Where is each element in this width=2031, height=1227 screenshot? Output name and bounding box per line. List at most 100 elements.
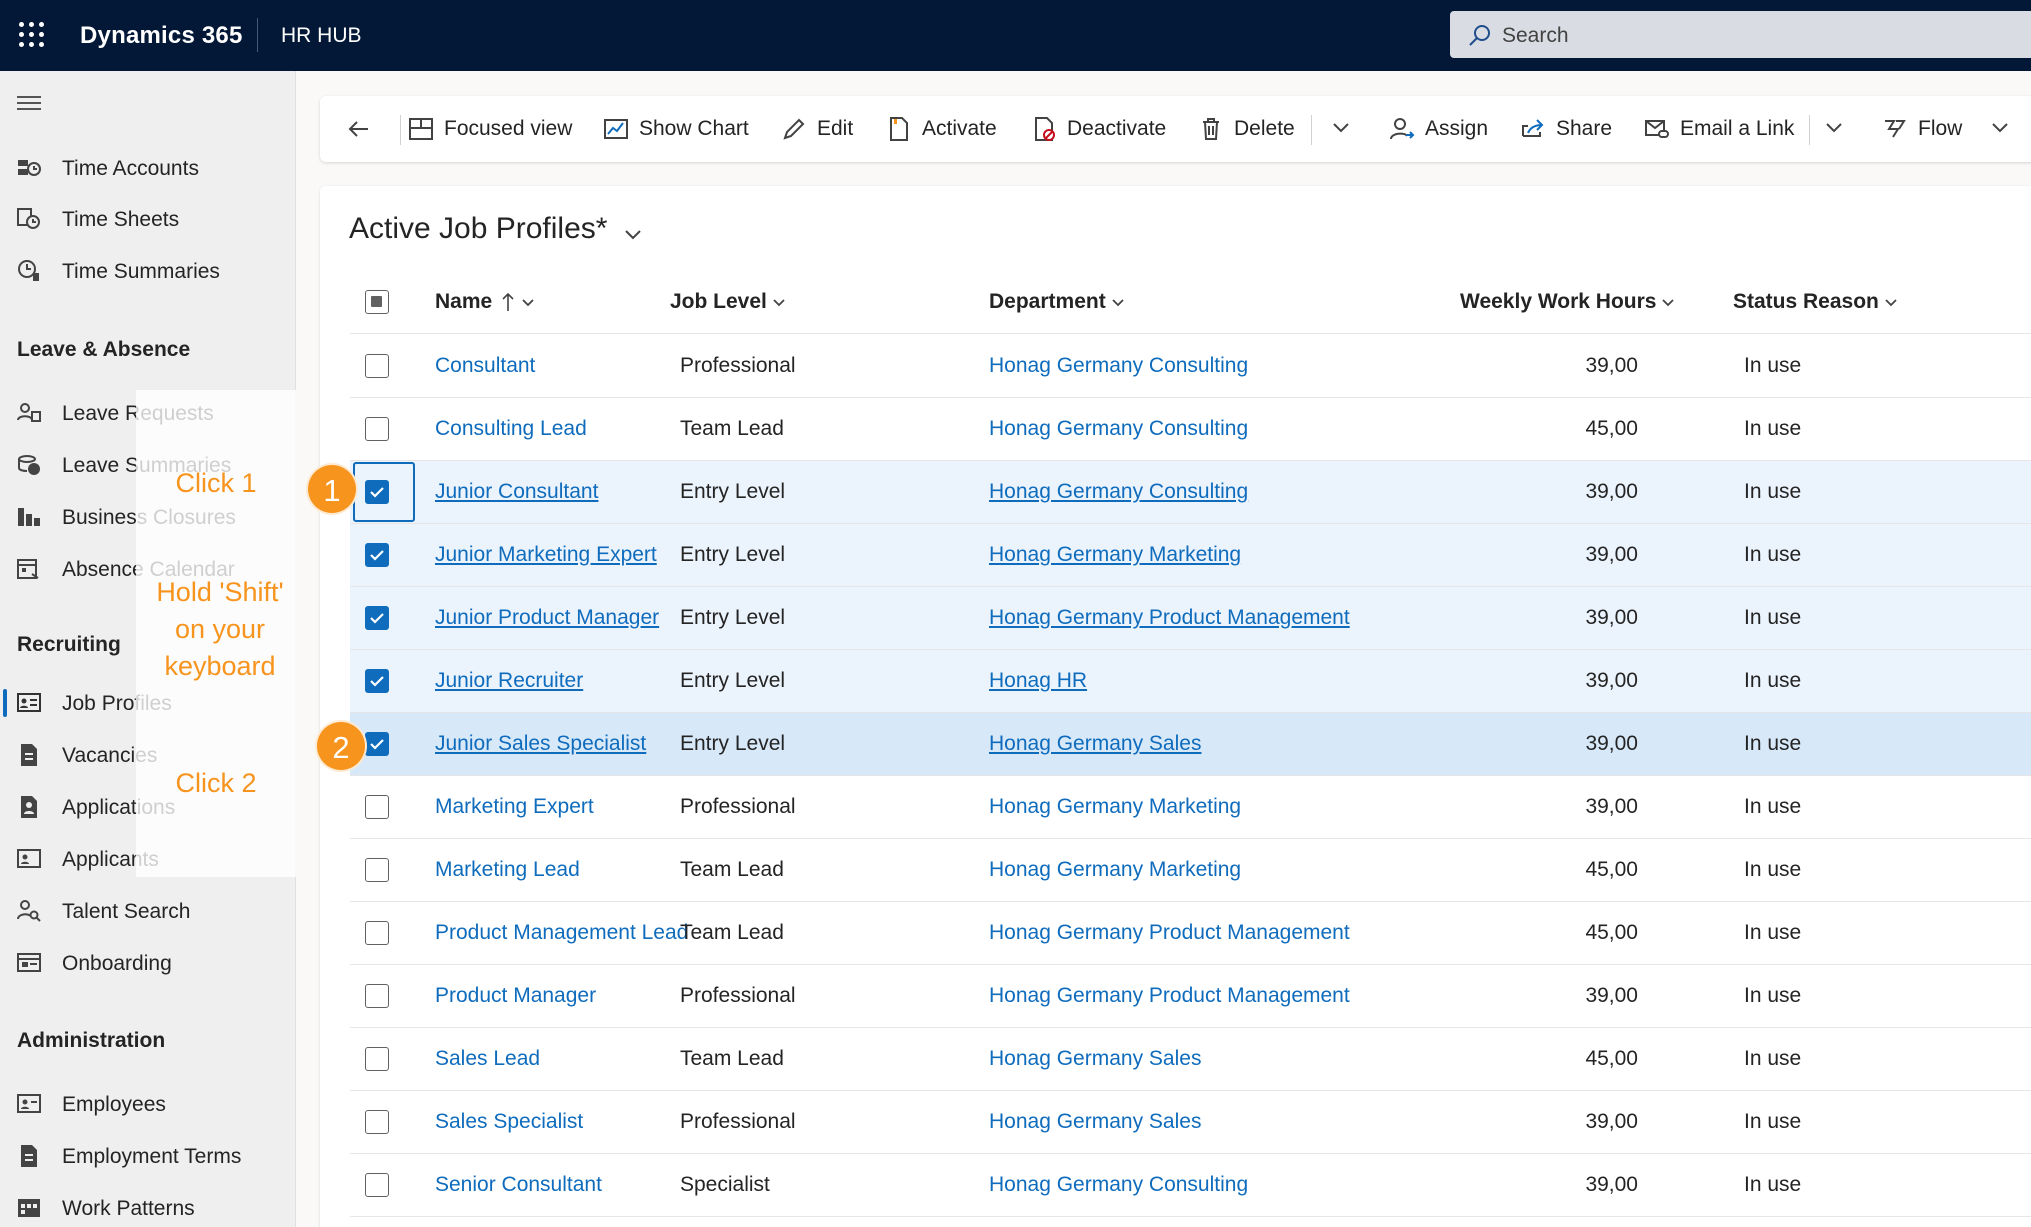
sidebar-item-talent-search[interactable]: Talent Search — [0, 888, 296, 934]
department-link[interactable]: Honag Germany Sales — [989, 732, 1201, 756]
view-title[interactable]: Active Job Profiles* — [349, 212, 607, 246]
column-header-status-reason[interactable]: Status Reason — [1733, 290, 1898, 314]
email-link-button[interactable]: Email a Link — [1644, 96, 1794, 162]
select-all-checkbox[interactable] — [365, 290, 389, 314]
vacancies-icon — [21, 744, 37, 766]
sidebar-item-time-summaries[interactable]: Time Summaries — [0, 248, 296, 294]
job-profile-name-link[interactable]: Junior Product Manager — [435, 606, 659, 630]
job-profile-name-link[interactable]: Senior Consultant — [435, 1173, 602, 1197]
job-profile-name-link[interactable]: Product Manager — [435, 984, 596, 1008]
department-link[interactable]: Honag Germany Sales — [989, 1110, 1201, 1134]
department-link[interactable]: Honag Germany Marketing — [989, 795, 1241, 819]
row-checkbox[interactable] — [365, 984, 389, 1008]
row-checkbox[interactable] — [365, 732, 389, 756]
row-checkbox[interactable] — [365, 417, 389, 441]
edit-button[interactable]: Edit — [781, 96, 853, 162]
sidebar: Time Accounts Time Sheets Time Summaries… — [0, 71, 296, 1227]
row-checkbox[interactable] — [365, 606, 389, 630]
table-row[interactable]: Marketing Lead Team Lead Honag Germany Mar… — [350, 839, 2031, 902]
department-link[interactable]: Honag Germany Product Management — [989, 606, 1350, 630]
table-row[interactable]: Senior Consultant Specialist Honag Germany… — [350, 1154, 2031, 1217]
table-row[interactable]: Product Manager Professional Honag Germany… — [350, 965, 2031, 1028]
view-selector-chevron-icon[interactable] — [622, 223, 644, 245]
status-reason-cell: In use — [1744, 543, 1802, 566]
job-profile-name-link[interactable]: Sales Lead — [435, 1047, 540, 1071]
flow-chevron-icon[interactable] — [1989, 116, 2011, 138]
department-link[interactable]: Honag Germany Consulting — [989, 417, 1248, 441]
column-header-name[interactable]: Name — [435, 290, 535, 314]
checkmark-icon — [370, 676, 384, 687]
deactivate-button[interactable]: Deactivate — [1031, 96, 1166, 162]
department-link[interactable]: Honag Germany Sales — [989, 1047, 1201, 1071]
department-link[interactable]: Honag Germany Product Management — [989, 984, 1350, 1008]
brand-title[interactable]: Dynamics 365 — [80, 22, 243, 50]
department-link[interactable]: Honag Germany Marketing — [989, 858, 1241, 882]
job-profile-name-link[interactable]: Sales Specialist — [435, 1110, 583, 1134]
sidebar-item-time-sheets[interactable]: Time Sheets — [0, 196, 296, 242]
table-row[interactable]: Consulting Lead Team Lead Honag Germany Co… — [350, 398, 2031, 461]
hamburger-menu-icon[interactable] — [17, 96, 41, 114]
table-row[interactable]: Sales Lead Team Lead Honag Germany Sales 45… — [350, 1028, 2031, 1091]
row-checkbox[interactable] — [365, 543, 389, 567]
row-checkbox[interactable] — [365, 1173, 389, 1197]
job-profile-name-link[interactable]: Consultant — [435, 354, 535, 378]
department-link[interactable]: Honag Germany Product Management — [989, 921, 1350, 945]
row-checkbox[interactable] — [365, 1110, 389, 1134]
department-link[interactable]: Honag Germany Consulting — [989, 1173, 1248, 1197]
table-row[interactable]: Product Management Lead Team Lead Honag Ge… — [350, 902, 2031, 965]
sidebar-item-employment-terms[interactable]: Employment Terms — [0, 1133, 296, 1179]
row-checkbox[interactable] — [365, 858, 389, 882]
app-launcher-icon[interactable] — [19, 22, 45, 48]
column-header-weekly-work-hours[interactable]: Weekly Work Hours — [1460, 290, 1675, 314]
table-row[interactable]: Junior Consultant Entry Level Honag German… — [350, 461, 2031, 524]
back-button[interactable] — [346, 96, 382, 162]
search-placeholder: Search — [1502, 24, 1569, 47]
show-chart-button[interactable]: Show Chart — [603, 96, 749, 162]
sidebar-item-employees[interactable]: Employees — [0, 1081, 296, 1127]
more-commands-chevron-icon[interactable] — [1823, 116, 1845, 138]
delete-button[interactable]: Delete — [1198, 96, 1295, 162]
job-profile-name-link[interactable]: Junior Marketing Expert — [435, 543, 657, 567]
assign-button[interactable]: Assign — [1389, 96, 1488, 162]
flow-button[interactable]: Flow — [1882, 96, 1962, 162]
row-checkbox[interactable] — [365, 795, 389, 819]
table-row[interactable]: Junior Product Manager Entry Level Honag G… — [350, 587, 2031, 650]
department-link[interactable]: Honag Germany Consulting — [989, 354, 1248, 378]
job-profile-name-link[interactable]: Product Management Lead — [435, 921, 688, 945]
weekly-hours-cell: 39,00 — [1585, 480, 1638, 503]
department-link[interactable]: Honag Germany Marketing — [989, 543, 1241, 567]
focused-view-button[interactable]: Focused view — [408, 96, 572, 162]
department-link[interactable]: Honag HR — [989, 669, 1087, 693]
job-profile-name-link[interactable]: Marketing Expert — [435, 795, 594, 819]
job-level-cell: Entry Level — [680, 732, 786, 755]
row-checkbox[interactable] — [365, 354, 389, 378]
table-row[interactable]: Consultant Professional Honag Germany Cons… — [350, 335, 2031, 398]
app-name[interactable]: HR HUB — [281, 24, 362, 48]
row-checkbox[interactable] — [365, 921, 389, 945]
table-row[interactable]: Sales Specialist Professional Honag German… — [350, 1091, 2031, 1154]
focused-view-label: Focused view — [444, 117, 573, 140]
job-profile-name-link[interactable]: Consulting Lead — [435, 417, 587, 441]
column-header-job-level[interactable]: Job Level — [670, 290, 786, 314]
more-commands-chevron-icon[interactable] — [1330, 116, 1352, 138]
activate-button[interactable]: Activate — [886, 96, 997, 162]
sidebar-item-time-accounts[interactable]: Time Accounts — [0, 145, 296, 191]
table-row[interactable]: Marketing Expert Professional Honag German… — [350, 776, 2031, 839]
talent-search-icon — [17, 900, 41, 922]
table-row[interactable]: Junior Sales Specialist Entry Level Honag … — [350, 713, 2031, 776]
job-profile-name-link[interactable]: Junior Recruiter — [435, 669, 583, 693]
row-checkbox[interactable] — [365, 669, 389, 693]
share-button[interactable]: Share — [1520, 96, 1612, 162]
row-checkbox[interactable] — [365, 480, 389, 504]
table-row[interactable]: Junior Marketing Expert Entry Level Honag … — [350, 524, 2031, 587]
sidebar-item-work-patterns[interactable]: Work Patterns — [0, 1185, 296, 1227]
job-profile-name-link[interactable]: Marketing Lead — [435, 858, 580, 882]
sidebar-item-onboarding[interactable]: Onboarding — [0, 940, 296, 986]
job-profile-name-link[interactable]: Junior Consultant — [435, 480, 598, 504]
table-row[interactable]: Junior Recruiter Entry Level Honag HR 39,00… — [350, 650, 2031, 713]
column-header-department[interactable]: Department — [989, 290, 1125, 314]
job-profile-name-link[interactable]: Junior Sales Specialist — [435, 732, 646, 756]
search-box[interactable]: Search — [1450, 11, 2031, 58]
row-checkbox[interactable] — [365, 1047, 389, 1071]
department-link[interactable]: Honag Germany Consulting — [989, 480, 1248, 504]
